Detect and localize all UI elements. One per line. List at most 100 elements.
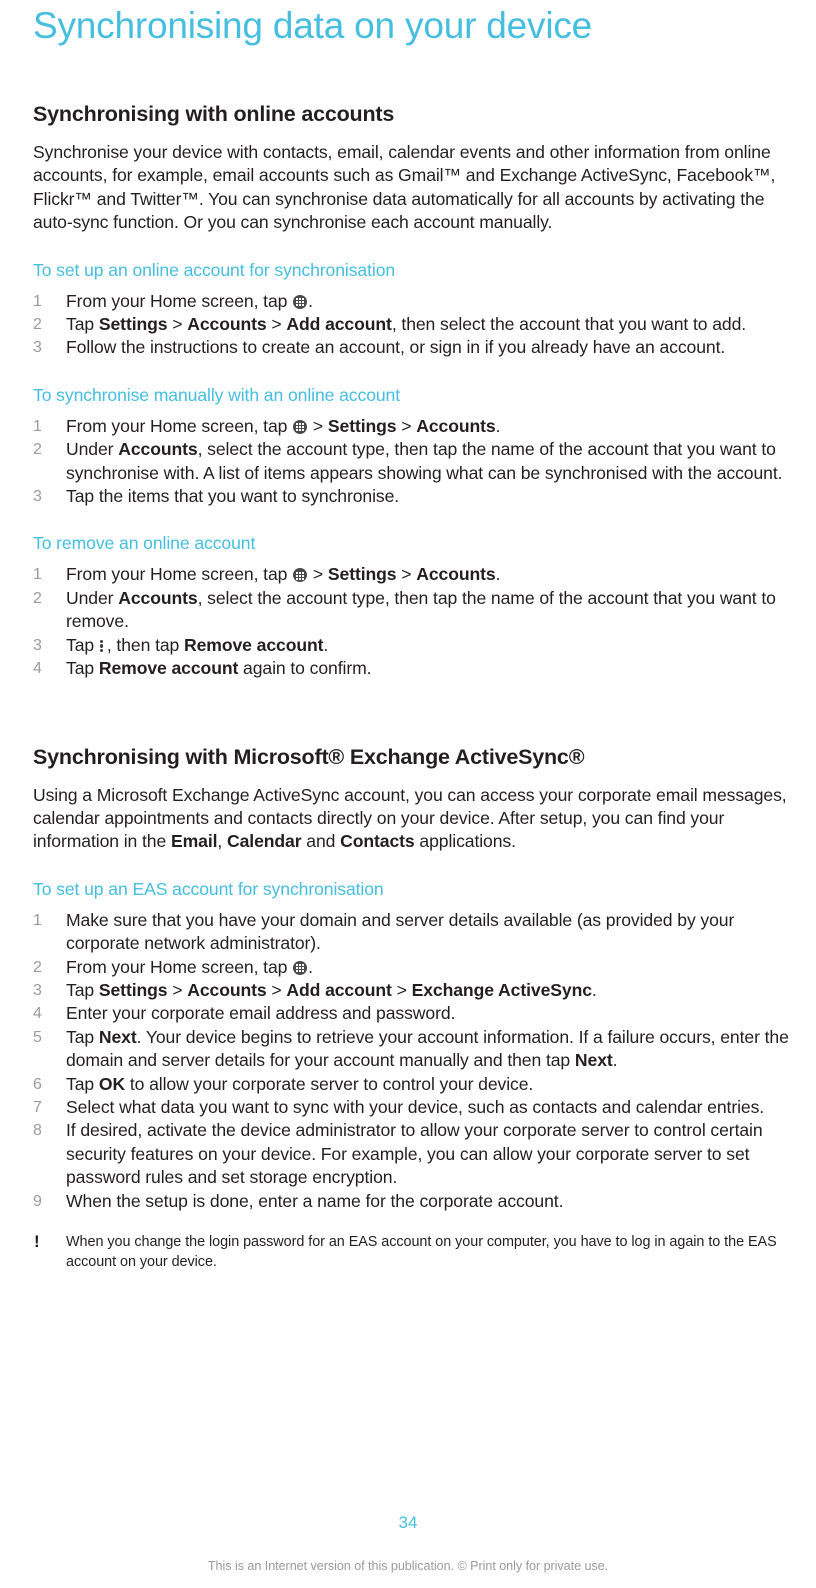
step-text: Follow the instructions to create an acc…	[66, 337, 726, 358]
step-item: From your Home screen, tap > Settings > …	[33, 563, 798, 587]
step-item: Tap OK to allow your corporate server to…	[33, 1073, 798, 1097]
path-separator: >	[266, 979, 287, 1000]
step-item: Tap Settings > Accounts > Add account, t…	[33, 313, 798, 337]
step-text-tail: .	[495, 415, 501, 436]
step-text-mid: , then tap	[106, 634, 185, 655]
app-drawer-icon	[293, 568, 308, 583]
section-intro-exchange-activesync: Using a Microsoft Exchange ActiveSync ac…	[33, 784, 798, 854]
step-text: Make sure that you have your domain and …	[66, 909, 735, 954]
step-text: Tap	[66, 1026, 99, 1047]
step-text-tail: again to confirm.	[238, 658, 372, 679]
ui-path-settings: Settings	[327, 415, 397, 436]
path-separator: >	[391, 979, 412, 1000]
step-text-tail: .	[323, 634, 329, 655]
step-text: Tap	[66, 658, 99, 679]
ui-button-ok: OK	[98, 1073, 126, 1094]
ui-path-settings: Settings	[327, 564, 397, 585]
step-text: Tap	[66, 1073, 99, 1094]
ui-button-next: Next	[574, 1050, 613, 1071]
ui-path-accounts: Accounts	[187, 979, 267, 1000]
app-name-email: Email	[170, 831, 218, 852]
step-item: Tap Next. Your device begins to retrieve…	[33, 1026, 798, 1073]
overflow-menu-icon	[99, 639, 105, 653]
steps-remove-online-account: From your Home screen, tap > Settings > …	[33, 563, 798, 680]
step-item: If desired, activate the device administ…	[33, 1119, 798, 1189]
path-separator: >	[396, 564, 417, 585]
ui-path-accounts: Accounts	[187, 314, 267, 335]
step-text: Under	[66, 439, 119, 460]
step-text: Tap	[66, 314, 99, 335]
intro-separator: and	[301, 831, 341, 852]
ui-path-accounts: Accounts	[118, 439, 198, 460]
ui-path-settings: Settings	[98, 979, 168, 1000]
intro-tail: applications.	[414, 831, 516, 852]
footer-legal-text: This is an Internet version of this publ…	[207, 1559, 609, 1573]
step-text: From your Home screen, tap	[66, 415, 293, 436]
app-drawer-icon	[293, 294, 308, 309]
path-separator: >	[167, 314, 188, 335]
ui-path-add-account: Add account	[286, 979, 392, 1000]
step-text: Under	[66, 587, 119, 608]
document-page: Synchronising data on your device Synchr…	[0, 0, 816, 1588]
step-item: From your Home screen, tap > Settings > …	[33, 415, 798, 439]
path-separator: >	[308, 564, 328, 585]
path-separator: >	[167, 979, 188, 1000]
ui-button-next: Next	[98, 1026, 137, 1047]
step-text: Tap the items that you want to synchroni…	[66, 486, 400, 507]
note-text: When you change the login password for a…	[66, 1234, 777, 1270]
ui-path-exchange-activesync: Exchange ActiveSync	[411, 979, 592, 1000]
path-separator: >	[266, 314, 287, 335]
intro-separator: ,	[217, 831, 227, 852]
step-item: Under Accounts, select the account type,…	[33, 587, 798, 634]
procedure-heading-sync-manually: To synchronise manually with an online a…	[33, 384, 401, 405]
step-item: Under Accounts, select the account type,…	[33, 438, 798, 485]
step-text-tail: , then select the account that you want …	[391, 314, 747, 335]
step-item: Enter your corporate email address and p…	[33, 1002, 798, 1026]
exclamation-icon: !	[34, 1232, 40, 1251]
path-separator: >	[396, 415, 417, 436]
ui-path-remove-account: Remove account	[184, 634, 324, 655]
step-item: Tap Settings > Accounts > Add account > …	[33, 979, 798, 1003]
ui-path-accounts: Accounts	[416, 564, 496, 585]
procedure-heading-remove-online-account: To remove an online account	[33, 533, 256, 554]
ui-path-accounts: Accounts	[118, 587, 198, 608]
step-item: From your Home screen, tap .	[33, 290, 798, 314]
step-text-tail: .	[612, 1050, 618, 1071]
step-text: From your Home screen, tap	[66, 290, 293, 311]
ui-path-accounts: Accounts	[416, 415, 496, 436]
steps-setup-online-account: From your Home screen, tap . Tap Setting…	[33, 290, 798, 361]
app-name-contacts: Contacts	[340, 831, 415, 852]
ui-path-add-account: Add account	[286, 314, 392, 335]
section-heading-exchange-activesync: Synchronising with Microsoft® Exchange A…	[33, 744, 585, 769]
note-block: ! When you change the login password for …	[33, 1232, 798, 1272]
step-text-mid: . Your device begins to retrieve your ac…	[66, 1026, 789, 1071]
ui-path-remove-account: Remove account	[98, 658, 239, 679]
step-item: Tap Remove account again to confirm.	[33, 657, 798, 681]
step-text: If desired, activate the device administ…	[66, 1120, 763, 1188]
step-item: Tap the items that you want to synchroni…	[33, 485, 798, 509]
step-item: Tap , then tap Remove account.	[33, 634, 798, 658]
page-number: 34	[398, 1513, 418, 1532]
section-intro-online-accounts: Synchronise your device with contacts, e…	[33, 142, 776, 233]
step-text: Tap	[66, 979, 99, 1000]
path-separator: >	[308, 415, 328, 436]
steps-sync-manually: From your Home screen, tap > Settings > …	[33, 415, 798, 509]
step-text: From your Home screen, tap	[66, 564, 293, 585]
step-text: Enter your corporate email address and p…	[66, 1003, 456, 1024]
step-text-tail: .	[308, 290, 313, 311]
step-text: Tap	[66, 634, 99, 655]
step-text: When the setup is done, enter a name for…	[66, 1190, 564, 1211]
step-item: Make sure that you have your domain and …	[33, 909, 798, 956]
app-name-calendar: Calendar	[226, 831, 302, 852]
step-text: Select what data you want to sync with y…	[66, 1096, 765, 1117]
step-item: When the setup is done, enter a name for…	[33, 1190, 798, 1214]
step-text-tail: .	[591, 979, 597, 1000]
ui-path-settings: Settings	[98, 314, 168, 335]
procedure-heading-setup-eas-account: To set up an EAS account for synchronisa…	[33, 878, 384, 899]
step-text-tail: .	[308, 956, 313, 977]
steps-setup-eas-account: Make sure that you have your domain and …	[33, 909, 798, 1214]
app-drawer-icon	[293, 960, 308, 975]
page-title: Synchronising data on your device	[33, 5, 593, 46]
section-heading-online-accounts: Synchronising with online accounts	[33, 102, 395, 126]
step-item: Select what data you want to sync with y…	[33, 1096, 798, 1120]
